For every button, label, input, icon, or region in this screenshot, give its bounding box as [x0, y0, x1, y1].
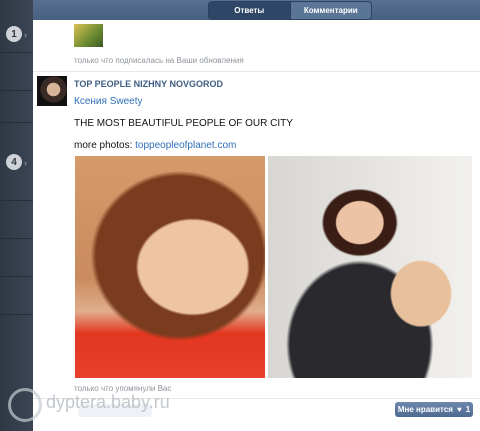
thumbnail-image[interactable]	[74, 24, 103, 47]
tab-comments[interactable]: Комментарии	[289, 2, 371, 19]
divider	[33, 71, 480, 72]
post-more: more photos: toppeopleofplanet.com	[74, 140, 236, 151]
watermark-icon	[8, 388, 42, 422]
divider	[0, 52, 33, 53]
like-label: Мне нравится	[397, 405, 453, 414]
like-count: 1	[465, 405, 471, 414]
counter-badge[interactable]: 1	[6, 26, 22, 42]
more-link[interactable]: toppeopleofplanet.com	[135, 140, 236, 151]
photo[interactable]	[268, 156, 472, 378]
author-link[interactable]: Ксения Sweety	[74, 96, 142, 107]
sidebar: 1 › 4 ›	[0, 0, 33, 431]
like-button[interactable]: Мне нравится ♥ 1	[395, 402, 473, 417]
notice-text: только что подписалась на Ваши обновлени…	[74, 56, 244, 65]
photo[interactable]	[75, 156, 265, 378]
divider	[0, 122, 33, 123]
divider	[0, 276, 33, 277]
counter-badge[interactable]: 4	[6, 154, 22, 170]
avatar[interactable]	[37, 76, 67, 106]
group-title[interactable]: TOP PEOPLE NIZHNY NOVGOROD	[74, 79, 223, 89]
heart-icon: ♥	[456, 405, 462, 414]
watermark: dyptera.baby.ru	[46, 392, 170, 412]
divider	[0, 200, 33, 201]
post-headline: THE MOST BEAUTIFUL PEOPLE OF OUR CITY	[74, 118, 293, 129]
divider	[0, 238, 33, 239]
top-bar: Ответы Комментарии	[33, 0, 480, 20]
segmented-control: Ответы Комментарии	[208, 1, 372, 20]
more-label: more photos:	[74, 140, 133, 151]
tab-answers[interactable]: Ответы	[209, 2, 290, 19]
divider	[0, 314, 33, 315]
chevron-right-icon: ›	[24, 158, 27, 168]
chevron-right-icon: ›	[24, 30, 27, 40]
divider	[0, 90, 33, 91]
